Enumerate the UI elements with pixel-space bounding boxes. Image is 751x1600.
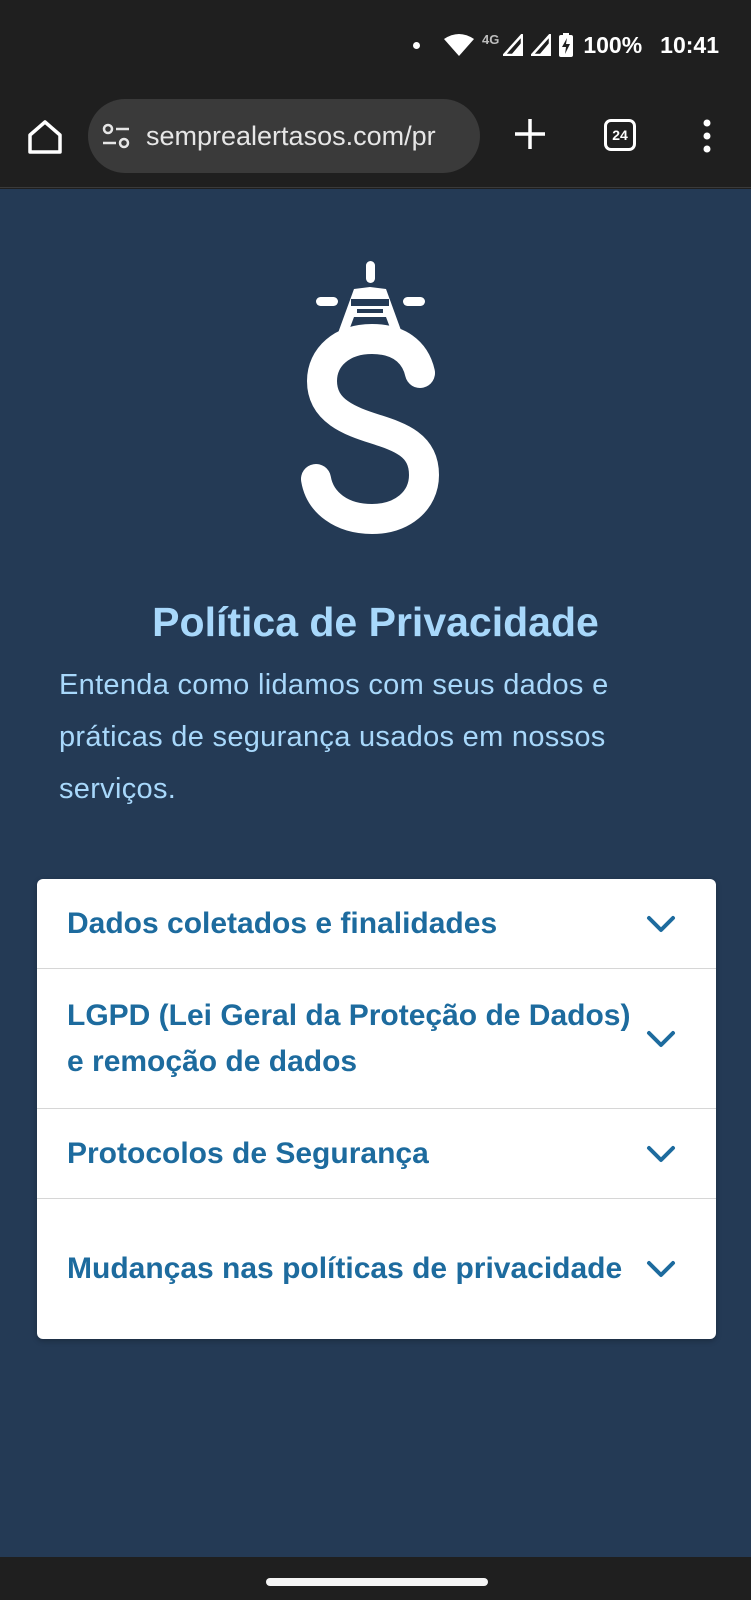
chevron-down-icon[interactable] [646, 1144, 676, 1164]
system-navigation-bar [0, 1557, 751, 1600]
more-vert-icon[interactable] [698, 118, 716, 154]
accordion-item-lgpd[interactable]: LGPD (Lei Geral da Proteção de Dados) e … [37, 969, 716, 1109]
chevron-down-icon[interactable] [646, 1259, 676, 1279]
accordion-item-label: Protocolos de Segurança [67, 1136, 429, 1170]
signal-icon-secondary [531, 34, 552, 56]
battery-charging-icon [559, 33, 574, 57]
home-icon[interactable] [24, 116, 66, 158]
gesture-handle[interactable] [266, 1578, 488, 1586]
chevron-down-icon[interactable] [646, 1029, 676, 1049]
tab-switcher-button[interactable]: 24 [604, 119, 636, 151]
tune-icon[interactable] [102, 123, 130, 149]
privacy-accordion: Dados coletados e finalidades LGPD (Lei … [37, 879, 716, 1339]
url-text[interactable]: semprealertasos.com/pr [146, 121, 466, 152]
status-bar: 4G 100% 10:41 [0, 0, 751, 88]
browser-toolbar: semprealertasos.com/pr 24 [0, 88, 751, 188]
status-indicators: 4G 100% 10:41 [413, 28, 719, 62]
network-type-label: 4G [482, 31, 500, 47]
chevron-down-icon[interactable] [646, 914, 676, 934]
page-title: Política de Privacidade [152, 599, 599, 645]
address-bar[interactable]: semprealertasos.com/pr [88, 99, 480, 173]
accordion-item-label: LGPD (Lei Geral da Proteção de Dados) e … [67, 998, 631, 1078]
signal-icon [503, 34, 524, 56]
new-tab-plus-icon[interactable] [510, 114, 550, 154]
battery-percentage: 100% [583, 31, 643, 58]
sempre-alerta-logo [301, 261, 440, 535]
accordion-item-mudancas[interactable]: Mudanças nas políticas de privacidade [37, 1199, 716, 1339]
clock: 10:41 [660, 31, 719, 58]
wifi-icon [444, 34, 474, 56]
accordion-item-label: Mudanças nas políticas de privacidade [67, 1252, 623, 1285]
notification-dot-icon [413, 41, 420, 49]
page-subtitle: Entenda como lidamos com seus dados e pr… [59, 669, 609, 805]
accordion-item-protocolos[interactable]: Protocolos de Segurança [37, 1109, 716, 1199]
tab-count: 24 [612, 127, 628, 143]
page-content: Política de Privacidade Entenda como lid… [0, 189, 751, 1557]
accordion-item-dados-coletados[interactable]: Dados coletados e finalidades [37, 879, 716, 969]
accordion-item-label: Dados coletados e finalidades [67, 906, 498, 940]
